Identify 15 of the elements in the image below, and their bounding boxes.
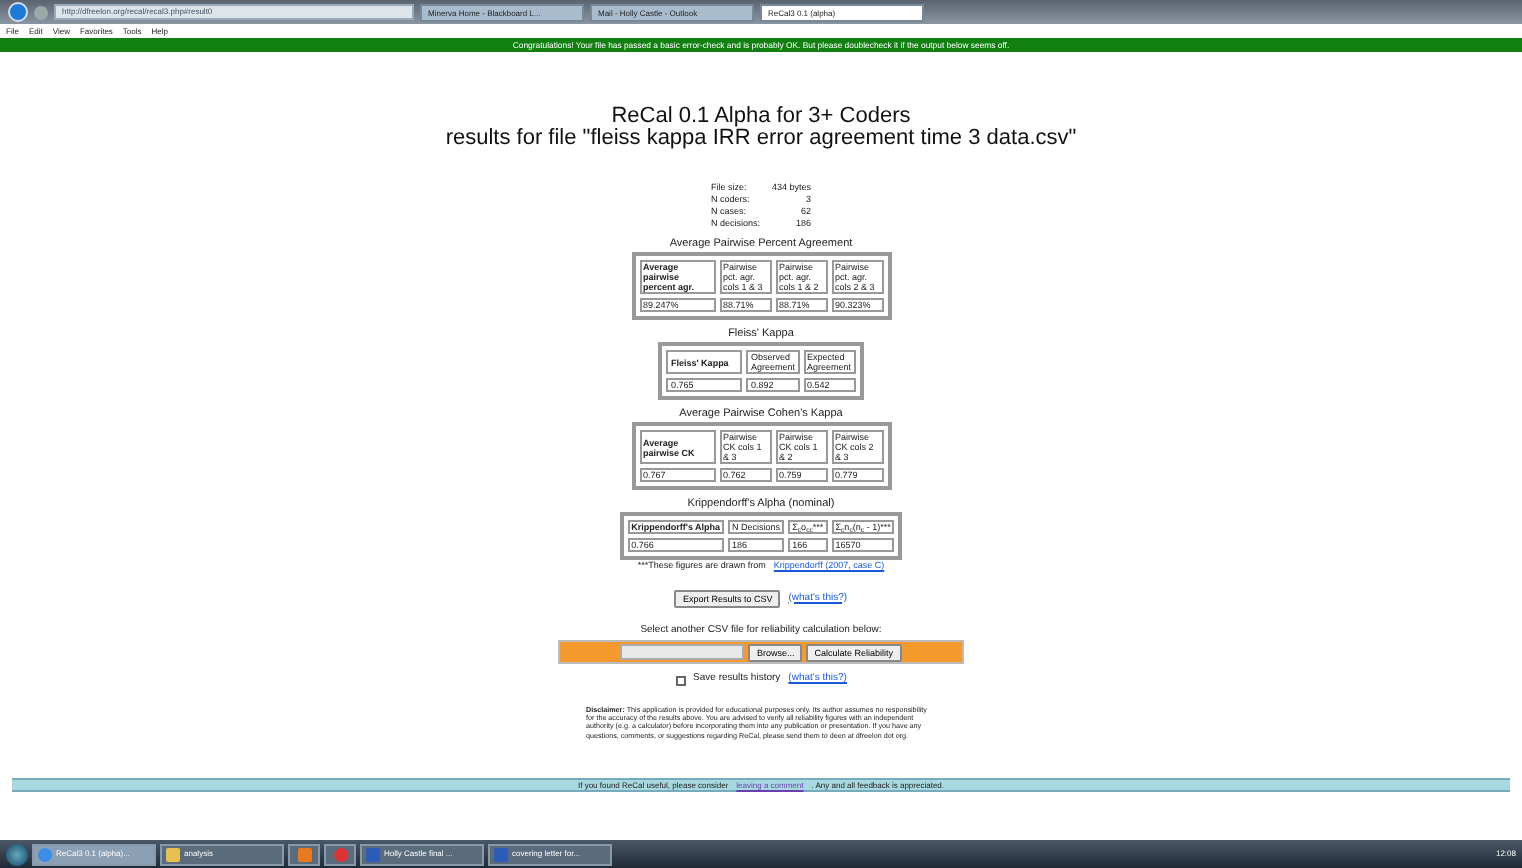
forward-button[interactable] <box>34 5 48 19</box>
save-history-checkbox[interactable] <box>675 675 686 685</box>
taskbar-item[interactable] <box>288 843 320 865</box>
document-icon <box>494 847 508 861</box>
page-title: ReCal 0.1 Alpha for 3+ Coders <box>611 106 911 128</box>
back-button[interactable] <box>8 2 28 22</box>
page-subtitle: results for file "fleiss kappa IRR error agreement time 3 data.csv" <box>445 128 1077 150</box>
browser-icon <box>38 847 52 861</box>
start-button[interactable] <box>6 843 28 865</box>
folder-icon <box>166 847 180 861</box>
media-player-icon <box>297 847 311 861</box>
document-icon <box>366 847 380 861</box>
browser-icon <box>333 847 347 861</box>
file-field[interactable] <box>620 644 745 661</box>
taskbar-item[interactable] <box>324 843 356 865</box>
